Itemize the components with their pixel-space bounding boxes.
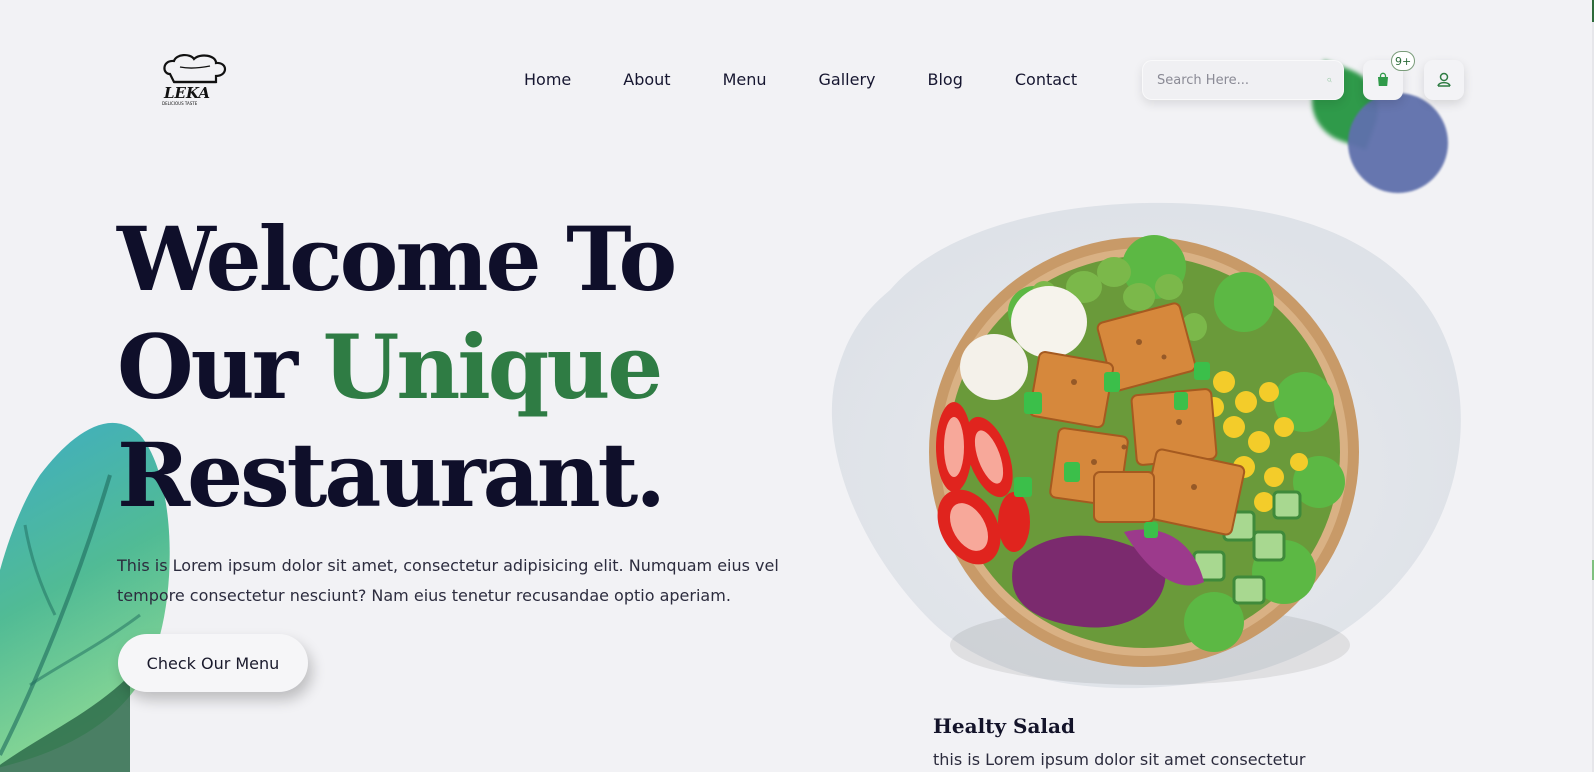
logo-text: LEKA DELICIOUS TASTE	[162, 84, 210, 106]
svg-text:DELICIOUS TASTE: DELICIOUS TASTE	[162, 101, 198, 106]
nav-contact[interactable]: Contact	[1015, 69, 1077, 91]
user-account-button[interactable]	[1424, 60, 1464, 100]
landing-page: LEKA DELICIOUS TASTE Home About Menu Gal…	[0, 0, 1594, 772]
nav-gallery[interactable]: Gallery	[819, 69, 876, 91]
nav-home[interactable]: Home	[524, 69, 571, 91]
check-menu-button[interactable]: Check Our Menu	[118, 634, 308, 692]
nav-menu[interactable]: Menu	[723, 69, 767, 91]
cart-count-badge: 9+	[1391, 51, 1416, 71]
hero-heading-line3: Restaurant.	[117, 423, 666, 527]
hero-heading-accent: Unique	[322, 315, 664, 419]
nav-blog[interactable]: Blog	[927, 69, 962, 91]
decorative-blueberry	[1348, 93, 1448, 193]
svg-text:LEKA: LEKA	[163, 84, 210, 102]
hero-heading: Welcome To Our Unique Restaurant.	[117, 205, 677, 529]
hero-heading-line1: Welcome To	[117, 207, 677, 311]
featured-dish-title: Healty Salad	[933, 714, 1075, 738]
nav-about[interactable]: About	[623, 69, 670, 91]
hero-heading-line2: Our Unique	[117, 315, 664, 419]
featured-dish-description: this is Lorem ipsum dolor sit amet conse…	[933, 750, 1306, 769]
search-input[interactable]	[1157, 72, 1327, 88]
main-nav: Home About Menu Gallery Blog Contact	[524, 69, 1077, 91]
chef-hat-logo[interactable]: LEKA DELICIOUS TASTE	[160, 52, 230, 108]
search-box	[1142, 60, 1344, 100]
search-icon[interactable]	[1327, 72, 1332, 88]
user-icon	[1437, 72, 1451, 87]
shopping-bag-icon	[1378, 72, 1388, 86]
hero-description: This is Lorem ipsum dolor sit amet, cons…	[117, 556, 779, 605]
salad-bowl-image	[929, 235, 1359, 667]
